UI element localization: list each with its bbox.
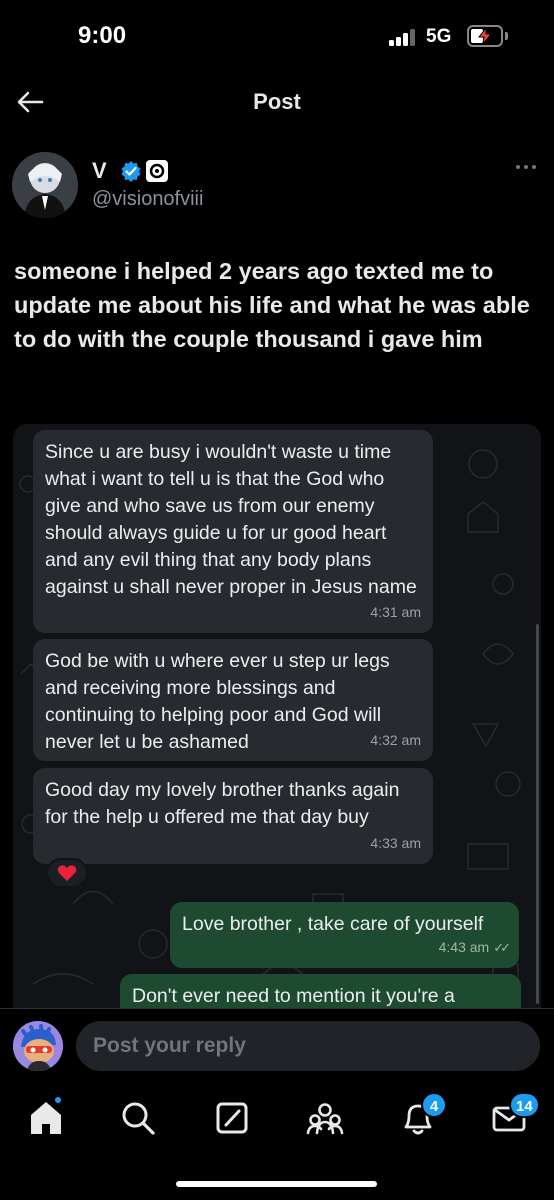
top-nav: Post: [0, 70, 554, 134]
network-type: 5G: [426, 26, 452, 47]
affiliation-badge-icon: [146, 160, 168, 182]
home-indicator: [176, 1181, 377, 1187]
heart-reaction: [46, 858, 88, 888]
battery-tip: [505, 32, 508, 40]
chat-message-outgoing: Love brother , take care of yourself 4:4…: [170, 902, 519, 968]
author-name[interactable]: V: [92, 158, 107, 184]
status-bar: 9:00 5G: [0, 0, 554, 70]
chat-message-incoming: Since u are busy i wouldn't waste u time…: [33, 430, 433, 633]
chat-message-incoming: Good day my lovely brother thanks again …: [33, 768, 433, 864]
chat-message-text: Since u are busy i wouldn't waste u time…: [45, 441, 417, 598]
post-text: someone i helped 2 years ago texted me t…: [14, 258, 530, 352]
user-avatar[interactable]: [13, 1021, 63, 1071]
author-avatar[interactable]: [12, 152, 78, 218]
notifications-badge: 4: [421, 1092, 447, 1118]
battery-icon: [467, 25, 503, 47]
page-title: Post: [253, 89, 301, 114]
author-handle[interactable]: @visionofviii: [92, 188, 203, 211]
post-image-chat-screenshot[interactable]: Since u are busy i wouldn't waste u time…: [13, 424, 541, 1008]
messages-badge: 14: [509, 1092, 540, 1118]
chat-message-time: 4:31 am: [370, 604, 421, 620]
status-time: 9:00: [78, 22, 127, 49]
chat-message-text: God be with u where ever u step ur legs …: [45, 650, 390, 753]
communities-icon[interactable]: [305, 1098, 345, 1138]
chat-message-incoming: God be with u where ever u step ur legs …: [33, 639, 433, 761]
reply-bar: [0, 1008, 554, 1082]
chat-message-text: Don't ever need to mention it you're a: [132, 985, 455, 1007]
chat-message-time: 4:33 am: [370, 835, 421, 851]
more-options-icon[interactable]: [514, 162, 538, 172]
post-author: V @visionofviii: [12, 148, 542, 228]
grok-icon[interactable]: [212, 1098, 252, 1138]
reply-input[interactable]: [76, 1021, 540, 1071]
read-receipt-icon: ✓✓: [493, 940, 511, 955]
chat-scrollbar: [536, 624, 539, 1004]
chat-message-text: Love brother , take care of yourself: [182, 913, 484, 935]
chat-message-time: 4:32 am: [370, 732, 421, 748]
signal-strength-icon: [389, 29, 419, 46]
search-icon[interactable]: [118, 1098, 158, 1138]
verified-badge-icon: [121, 161, 141, 182]
chat-message-text: Good day my lovely brother thanks again …: [45, 779, 400, 828]
chat-message-outgoing: Don't ever need to mention it you're a: [120, 974, 521, 1008]
chat-message-time: 4:43 am ✓✓: [439, 934, 511, 961]
home-notification-dot: [53, 1095, 63, 1105]
